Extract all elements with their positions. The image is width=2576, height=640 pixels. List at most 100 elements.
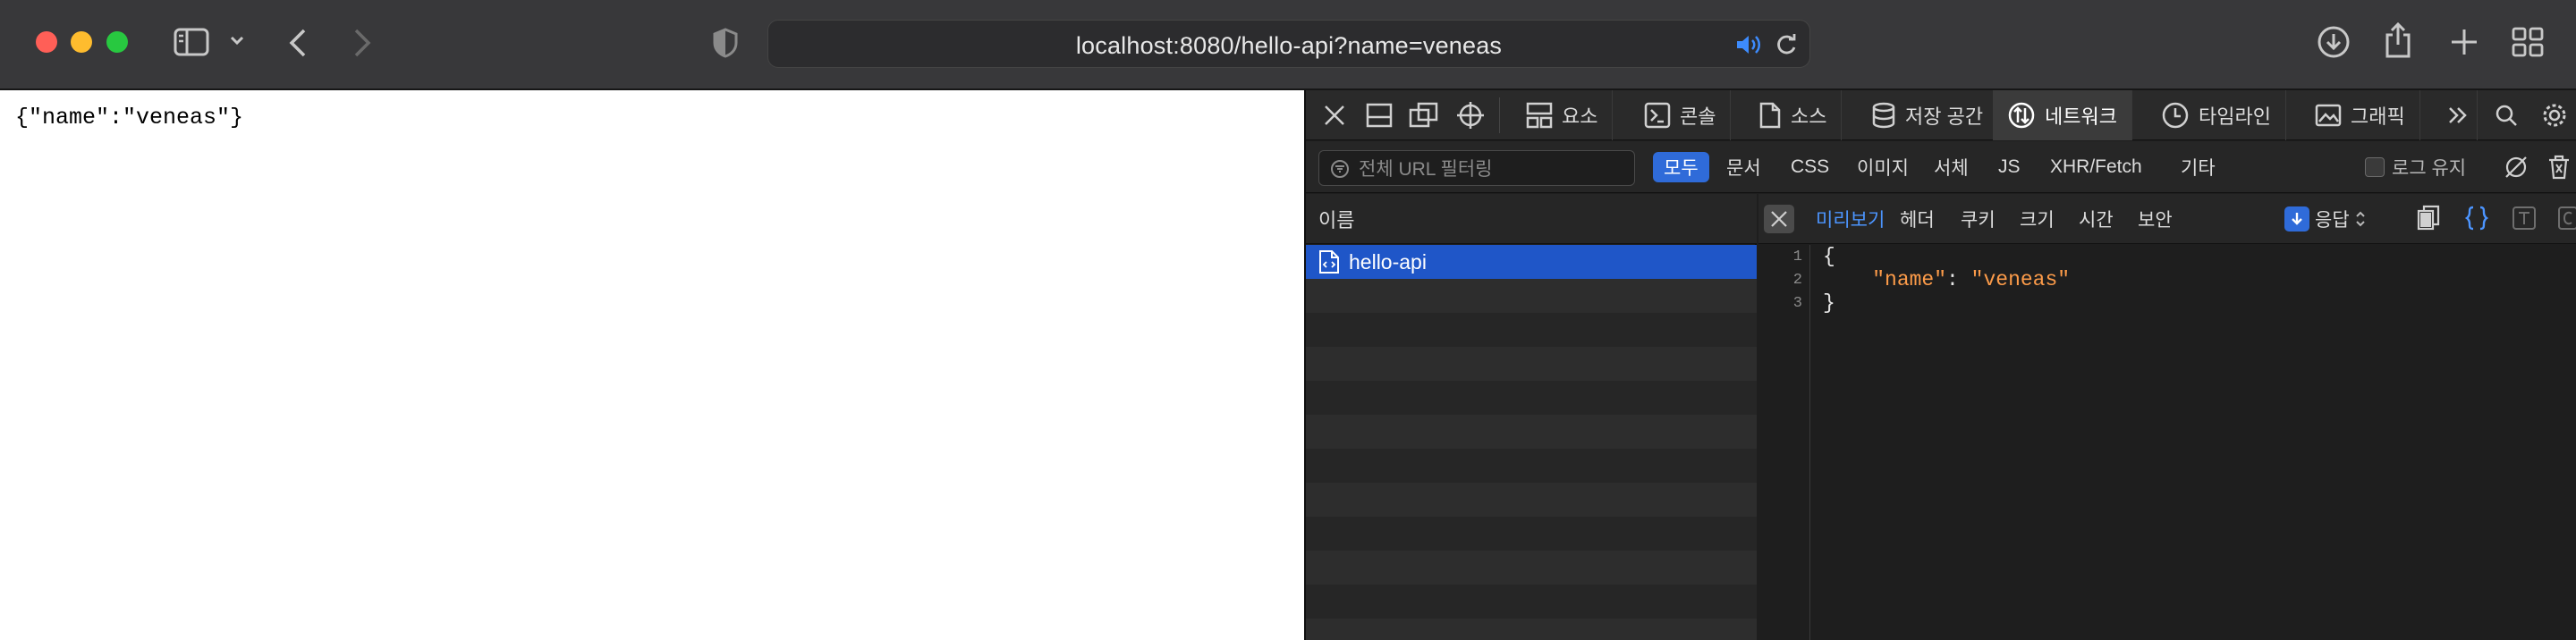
empty-row [1306, 551, 1757, 585]
timeline-icon [2162, 102, 2189, 129]
tab-overview-icon[interactable] [2512, 27, 2544, 57]
css-toggle-icon[interactable] [2558, 205, 2576, 236]
privacy-shield-icon[interactable] [712, 27, 739, 59]
copy-icon[interactable] [2417, 205, 2442, 236]
disable-cache-icon[interactable] [2501, 142, 2531, 192]
tab-security[interactable]: 보안 [2138, 194, 2173, 244]
share-icon[interactable] [2383, 21, 2413, 59]
speaker-icon[interactable] [1734, 32, 1763, 57]
filter-type-other[interactable]: 기타 [2170, 152, 2226, 182]
tab-headers[interactable]: 헤더 [1900, 194, 1935, 244]
tab-storage[interactable]: 저장 공간 [1857, 90, 1999, 140]
tab-elements[interactable]: 요소 [1512, 90, 1614, 140]
address-bar[interactable]: localhost:8080/hello-api?name=veneas [767, 20, 1810, 68]
preview-tab-bar: 미리보기 헤더 쿠키 크기 시간 보안 응답 [1758, 194, 2576, 244]
filter-type-css[interactable]: CSS [1780, 152, 1840, 182]
filter-type-all[interactable]: 모두 [1653, 152, 1709, 182]
json-key: "name" [1872, 268, 1947, 291]
elements-icon [1526, 102, 1553, 129]
url-text[interactable]: localhost:8080/hello-api?name=veneas [768, 32, 1809, 60]
sidebar-toggle-icon[interactable] [174, 27, 209, 57]
request-name: hello-api [1349, 249, 1427, 274]
empty-row [1306, 517, 1757, 551]
code-viewer[interactable]: 1 2 3 { "name": "veneas" } [1758, 245, 2576, 640]
filter-type-xhr-fetch[interactable]: XHR/Fetch [2039, 152, 2153, 182]
tab-console[interactable]: 콘솔 [1630, 90, 1732, 140]
pretty-print-icon[interactable] [2464, 205, 2489, 236]
preserve-log-checkbox[interactable] [2365, 157, 2385, 177]
filter-type-images[interactable]: 이미지 [1846, 152, 1919, 182]
empty-row [1306, 279, 1757, 313]
column-header-name[interactable]: 이름 [1306, 194, 1757, 244]
page-viewport: {"name":"veneas"} [0, 90, 1304, 640]
code-line-close-brace: } [1823, 291, 1835, 315]
request-row-hello-api[interactable]: hello-api [1306, 245, 1757, 279]
network-icon [2008, 102, 2035, 129]
tab-preview[interactable]: 미리보기 [1816, 194, 1885, 244]
dock-bottom-icon[interactable] [1363, 90, 1395, 140]
tab-elements-label: 요소 [1562, 105, 1598, 128]
tab-timeline-label: 타임라인 [2199, 105, 2271, 128]
forward-arrow-icon[interactable] [351, 27, 374, 59]
empty-row [1306, 483, 1757, 517]
clear-log-trash-icon[interactable] [2544, 142, 2574, 192]
chevron-down-icon[interactable] [229, 34, 245, 46]
preserve-log-toggle[interactable]: 로그 유지 [2365, 154, 2466, 181]
code-line-open-brace: { [1823, 245, 1835, 268]
search-icon[interactable] [2487, 90, 2526, 140]
tab-graphics-label: 그래픽 [2351, 105, 2405, 128]
element-picker-icon[interactable] [1453, 90, 1488, 140]
tab-network-label: 네트워크 [2045, 105, 2117, 128]
storage-icon [1872, 102, 1895, 129]
downloads-icon[interactable] [2317, 25, 2351, 59]
line-number: 1 [1792, 248, 1802, 265]
json-value: "veneas" [1970, 268, 2071, 291]
sources-icon [1759, 102, 1781, 129]
close-inspector-icon[interactable] [1318, 90, 1351, 140]
filter-type-fonts[interactable]: 서체 [1923, 152, 1979, 182]
close-detail-icon[interactable] [1764, 205, 1794, 233]
back-arrow-icon[interactable] [286, 27, 309, 59]
url-filter-input[interactable]: 전체 URL 필터링 [1318, 150, 1635, 186]
request-rows: hello-api [1306, 245, 1757, 640]
more-tabs-icon[interactable] [2438, 90, 2478, 140]
preserve-log-label: 로그 유지 [2392, 158, 2467, 179]
response-source-select[interactable]: 응답 [2284, 206, 2366, 232]
tab-timeline[interactable]: 타임라인 [2147, 90, 2286, 140]
detach-window-icon[interactable] [1406, 90, 1442, 140]
line-number: 3 [1792, 295, 1802, 312]
tab-sizes[interactable]: 크기 [2020, 194, 2055, 244]
tab-sources-label: 소스 [1791, 105, 1827, 128]
response-select-label: 응답 [2315, 210, 2350, 231]
empty-row [1306, 585, 1757, 619]
tab-sources[interactable]: 소스 [1744, 90, 1843, 140]
window-minimize-button[interactable] [71, 31, 92, 53]
empty-row [1306, 449, 1757, 483]
reload-icon[interactable] [1774, 32, 1799, 57]
code-line-name-pair: "name": "veneas" [1872, 268, 2071, 291]
empty-row [1306, 619, 1757, 640]
tab-graphics[interactable]: 그래픽 [2301, 90, 2420, 140]
window-zoom-button[interactable] [106, 31, 128, 53]
filter-type-js[interactable]: JS [1987, 152, 2031, 182]
gear-icon[interactable] [2535, 90, 2574, 140]
document-file-icon [1319, 250, 1339, 274]
tab-cookies[interactable]: 쿠키 [1961, 194, 1996, 244]
tab-storage-label: 저장 공간 [1905, 105, 1984, 128]
network-filter-bar: 전체 URL 필터링 모두 문서 CSS 이미지 서체 JS XHR/Fetch… [1306, 141, 2576, 193]
tab-console-label: 콘솔 [1680, 105, 1716, 128]
chevron-updown-icon [2355, 211, 2365, 227]
line-number-gutter: 1 2 3 [1758, 245, 1810, 640]
filter-type-document[interactable]: 문서 [1716, 152, 1772, 182]
window-close-button[interactable] [36, 31, 57, 53]
empty-row [1306, 381, 1757, 415]
request-list: 이름 hello-api [1306, 194, 1757, 640]
type-info-icon[interactable] [2512, 205, 2537, 236]
tab-network[interactable]: 네트워크 [1993, 90, 2132, 140]
tab-timing[interactable]: 시간 [2079, 194, 2114, 244]
new-tab-icon[interactable] [2449, 27, 2479, 57]
filter-icon [1331, 160, 1349, 178]
raw-json-body: {"name":"veneas"} [15, 105, 244, 131]
inspector-tab-bar: 요소 콘솔 소스 저장 공간 네트워크 타임라인 그래픽 [1306, 90, 2576, 140]
empty-row [1306, 415, 1757, 449]
